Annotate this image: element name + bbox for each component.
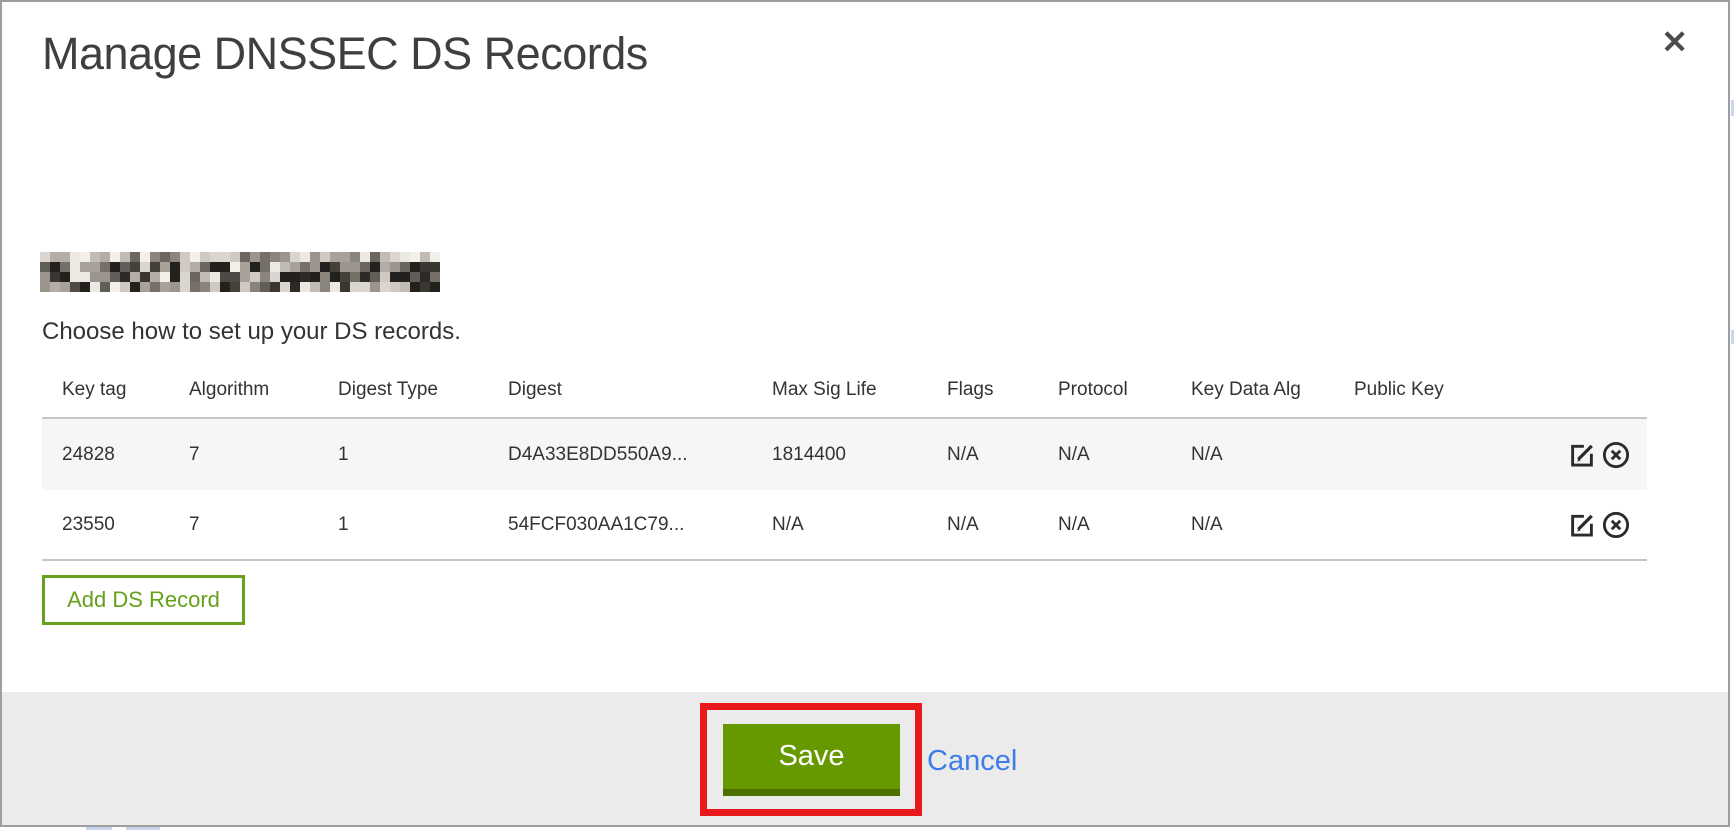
cell-key-tag: 24828 [62,444,189,466]
edit-icon[interactable] [1566,509,1598,541]
cancel-link[interactable]: Cancel [927,745,1017,778]
col-header-protocol: Protocol [1058,379,1191,401]
col-header-digest-type: Digest Type [338,379,508,401]
col-header-public-key: Public Key [1354,379,1492,401]
dialog-footer: Save Cancel [2,692,1728,825]
cell-key-data-alg: N/A [1191,514,1354,536]
col-header-flags: Flags [947,379,1058,401]
col-header-key-data-alg: Key Data Alg [1191,379,1354,401]
col-header-max-sig-life: Max Sig Life [772,379,947,401]
domain-name-redacted [40,252,440,292]
cell-flags: N/A [947,514,1058,536]
cell-key-tag: 23550 [62,514,189,536]
table-row: 23550 7 1 54FCF030AA1C79... N/A N/A N/A … [42,490,1647,561]
col-header-key-tag: Key tag [62,379,189,401]
cell-algorithm: 7 [189,514,338,536]
col-header-algorithm: Algorithm [189,379,338,401]
table-row: 24828 7 1 D4A33E8DD550A9... 1814400 N/A … [42,419,1647,490]
save-button[interactable]: Save [723,724,900,796]
row-actions [1492,509,1647,541]
ds-records-table: Key tag Algorithm Digest Type Digest Max… [42,362,1647,561]
close-icon[interactable]: ✕ [1661,26,1688,58]
cell-key-data-alg: N/A [1191,444,1354,466]
cell-protocol: N/A [1058,444,1191,466]
row-actions [1492,439,1647,471]
delete-icon[interactable] [1600,509,1632,541]
annotation-highlight-box: Save [700,703,922,816]
cell-protocol: N/A [1058,514,1191,536]
cell-digest: D4A33E8DD550A9... [508,444,772,466]
cell-digest-type: 1 [338,444,508,466]
cell-max-sig-life: N/A [772,514,947,536]
instruction-text: Choose how to set up your DS records. [42,318,461,346]
table-header-row: Key tag Algorithm Digest Type Digest Max… [42,362,1647,419]
cell-digest: 54FCF030AA1C79... [508,514,772,536]
col-header-digest: Digest [508,379,772,401]
delete-icon[interactable] [1600,439,1632,471]
cell-algorithm: 7 [189,444,338,466]
cell-flags: N/A [947,444,1058,466]
dialog-title: Manage DNSSEC DS Records [42,28,648,80]
cell-digest-type: 1 [338,514,508,536]
edit-icon[interactable] [1566,439,1598,471]
cell-max-sig-life: 1814400 [772,444,947,466]
manage-dnssec-dialog: ✕ Manage DNSSEC DS Records Choose how to… [0,0,1730,827]
add-ds-record-button[interactable]: Add DS Record [42,575,245,625]
